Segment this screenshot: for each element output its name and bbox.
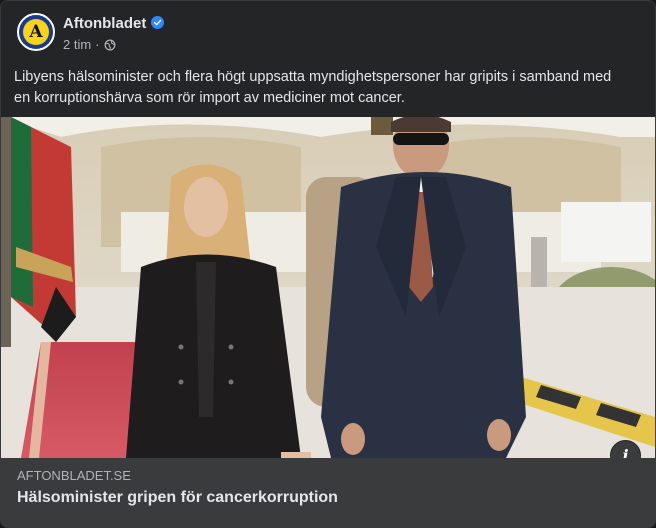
post-timestamp-link[interactable]: 2 tim [63, 37, 91, 52]
post-message-line: en korruptionshärva som rör import av me… [14, 90, 405, 106]
globe-icon [104, 39, 115, 50]
aftonbladet-logo-icon: A [23, 19, 49, 45]
page-avatar[interactable]: A [17, 13, 55, 51]
verified-badge-icon [151, 16, 164, 29]
meta-separator: · [95, 37, 100, 52]
post-message-line: Libyens hälsominister och flera högt upp… [14, 69, 612, 85]
facebook-post-card: A Aftonbladet 2 tim · Libyens hälsominis… [0, 0, 656, 528]
page-name-link[interactable]: Aftonbladet [63, 15, 146, 32]
post-meta: 2 tim · [63, 37, 116, 52]
link-title[interactable]: Hälsominister gripen för cancerkorruptio… [17, 489, 338, 507]
link-domain: AFTONBLADET.SE [17, 468, 131, 483]
post-message: Libyens hälsominister och flera högt upp… [14, 67, 642, 109]
photo-illustration [1, 117, 655, 458]
post-header: A Aftonbladet 2 tim · [1, 1, 655, 63]
article-photo[interactable] [1, 117, 655, 458]
avatar-letter: A [29, 22, 43, 42]
link-preview[interactable]: AFTONBLADET.SE Hälsominister gripen för … [1, 458, 655, 527]
